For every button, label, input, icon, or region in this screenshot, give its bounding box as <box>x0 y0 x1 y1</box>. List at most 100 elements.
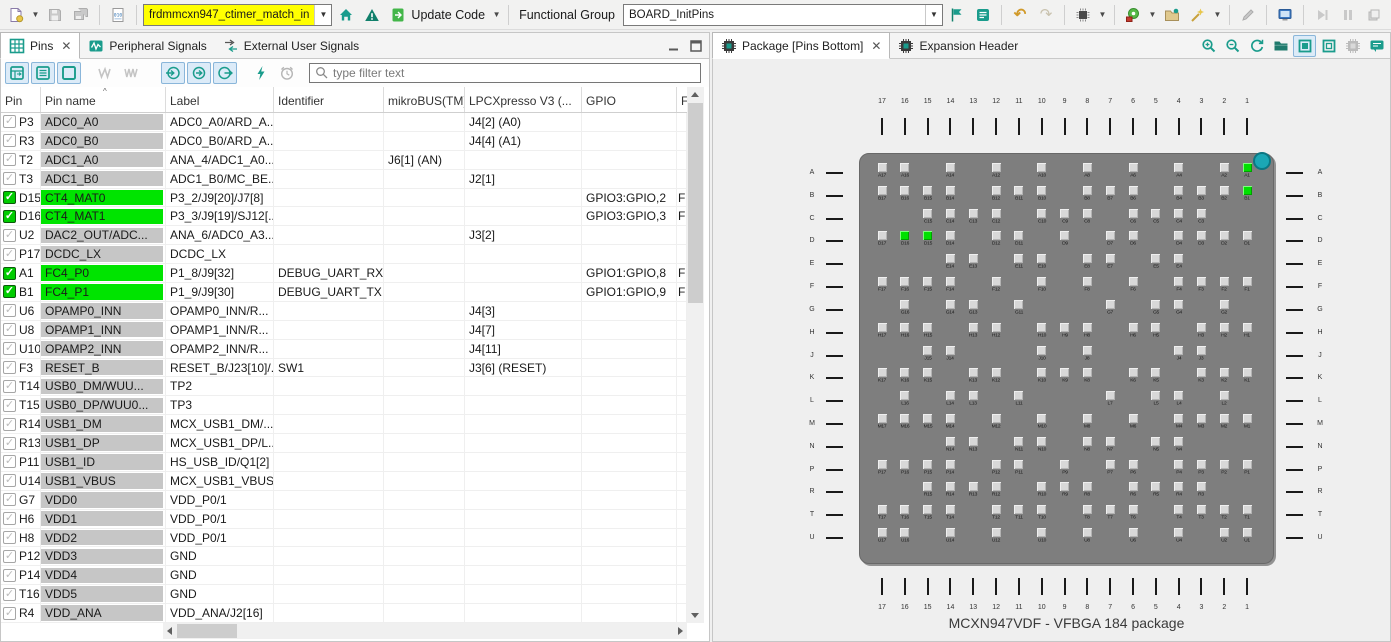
package-ball[interactable]: A17 <box>871 163 893 179</box>
package-ball[interactable]: C14 <box>939 209 961 225</box>
package-ball[interactable]: N7 <box>1099 437 1121 453</box>
log-button[interactable] <box>971 3 995 27</box>
home-button[interactable] <box>334 3 358 27</box>
pin-row[interactable]: ✓U8OPAMP1_INNOPAMP1_INN/R...J4[7] <box>1 321 687 340</box>
wand-dropdown[interactable]: ▼ <box>1212 3 1223 27</box>
package-ball[interactable]: E4 <box>1168 254 1190 270</box>
package-ball[interactable]: D9 <box>1054 231 1076 247</box>
package-ball[interactable]: F6 <box>1122 277 1144 293</box>
package-ball[interactable]: P3 <box>1190 460 1212 476</box>
minimize-button[interactable] <box>665 37 683 55</box>
column-header-lpcxpresso[interactable]: LPCXpresso V3 (... <box>465 87 582 112</box>
pin-checkbox[interactable]: ✓ <box>3 569 16 582</box>
package-ball[interactable]: K17 <box>871 368 893 384</box>
package-ball[interactable]: D3 <box>1190 231 1212 247</box>
package-ball[interactable]: T8 <box>1076 505 1098 521</box>
pin-checkbox[interactable]: ✓ <box>3 172 16 185</box>
horizontal-scrollbar[interactable] <box>163 623 687 639</box>
pin-checkbox[interactable]: ✓ <box>3 285 16 298</box>
tab-external-user-signals[interactable]: External User Signals <box>215 33 367 58</box>
pin-row[interactable]: ✓T15USB0_DP/WUU0...TP3 <box>1 396 687 415</box>
timer-button[interactable] <box>275 62 299 84</box>
package-ball[interactable]: B17 <box>871 186 893 202</box>
package-ball[interactable]: A12 <box>985 163 1007 179</box>
pins-frame-mode-button[interactable] <box>57 62 81 84</box>
package-ball[interactable]: D7 <box>1099 231 1121 247</box>
pin-row[interactable]: ✓T14USB0_DM/WUU...TP2 <box>1 377 687 396</box>
package-ball[interactable]: A4 <box>1168 163 1190 179</box>
package-ball[interactable]: N5 <box>1145 437 1167 453</box>
package-ball[interactable]: A8 <box>1076 163 1098 179</box>
pin-row[interactable]: ✓T2ADC1_A0ANA_4/ADC1_A0...J6[1] (AN) <box>1 151 687 170</box>
package-ball[interactable]: H13 <box>962 323 984 339</box>
column-header-mikrobus[interactable]: mikroBUS(TM) <box>384 87 465 112</box>
pin-name[interactable]: VDD2 <box>41 530 163 546</box>
package-ball[interactable]: T17 <box>871 505 893 521</box>
package-ball[interactable]: D15 <box>917 231 939 247</box>
package-ball[interactable]: R4 <box>1168 482 1190 498</box>
package-ball[interactable]: B10 <box>1031 186 1053 202</box>
package-ball[interactable]: H1 <box>1236 323 1258 339</box>
pin-name[interactable]: OPAMP0_INN <box>41 303 163 319</box>
pin-name[interactable]: FC4_P1 <box>41 284 163 300</box>
package-ball[interactable]: M12 <box>985 414 1007 430</box>
copy-button[interactable] <box>1362 3 1386 27</box>
package-ball[interactable]: B11 <box>1008 186 1030 202</box>
pin-row[interactable]: ✓B1FC4_P1P1_9/J9[30]DEBUG_UART_TXGPIO1:G… <box>1 283 687 302</box>
pin-checkbox[interactable]: ✓ <box>3 115 16 128</box>
pin-checkbox[interactable]: ✓ <box>3 248 16 261</box>
package-ball[interactable]: P9 <box>1054 460 1076 476</box>
package-ball[interactable]: G4 <box>1168 300 1190 316</box>
package-ball[interactable]: B16 <box>894 186 916 202</box>
package-ball[interactable]: H10 <box>1031 323 1053 339</box>
pin-name[interactable]: DCDC_LX <box>41 246 163 262</box>
package-ball[interactable]: B6 <box>1122 186 1144 202</box>
package-ball[interactable]: C6 <box>1122 209 1144 225</box>
package-ball[interactable]: E7 <box>1099 254 1121 270</box>
package-ball[interactable]: F3 <box>1190 277 1212 293</box>
package-ball[interactable]: C13 <box>962 209 984 225</box>
package-ball[interactable]: F16 <box>894 277 916 293</box>
scroll-down-icon[interactable] <box>691 613 699 618</box>
package-ball[interactable]: T15 <box>917 505 939 521</box>
package-ball[interactable]: L16 <box>894 391 916 407</box>
package-ball[interactable]: J15 <box>917 346 939 362</box>
pin-row[interactable]: ✓A1FC4_P0P1_8/J9[32]DEBUG_UART_RXGPIO1:G… <box>1 264 687 283</box>
package-ball[interactable]: M10 <box>1031 414 1053 430</box>
package-ball[interactable]: H3 <box>1190 323 1212 339</box>
maximize-button[interactable] <box>687 37 705 55</box>
package-ball[interactable]: T7 <box>1099 505 1121 521</box>
bidir-pin-filter-button[interactable] <box>187 62 211 84</box>
suspend-button[interactable] <box>1336 3 1360 27</box>
package-ball[interactable]: R8 <box>1076 482 1098 498</box>
package-ball[interactable]: D4 <box>1168 231 1190 247</box>
package-ball[interactable]: B1 <box>1236 186 1258 202</box>
package-ball[interactable]: B15 <box>917 186 939 202</box>
zoom-out-button[interactable] <box>1221 35 1244 57</box>
package-ball[interactable]: B8 <box>1076 186 1098 202</box>
package-ball[interactable]: C8 <box>1076 209 1098 225</box>
column-header-pin-name[interactable]: ^Pin name <box>41 87 166 112</box>
package-ball[interactable]: M14 <box>939 414 961 430</box>
column-header-label[interactable]: Label <box>166 87 274 112</box>
new-configuration-button[interactable] <box>4 3 28 27</box>
pencil-button[interactable] <box>1236 3 1260 27</box>
pin-row[interactable]: ✓P12VDD3GND <box>1 547 687 566</box>
package-ball[interactable]: A14 <box>939 163 961 179</box>
package-ball[interactable]: R3 <box>1190 482 1212 498</box>
pin-name[interactable]: ADC0_B0 <box>41 133 163 149</box>
update-code-button[interactable]: Update Code <box>386 3 489 27</box>
pin-name[interactable]: OPAMP2_INN <box>41 341 163 357</box>
package-ball[interactable]: K2 <box>1213 368 1235 384</box>
pin-name[interactable]: USB0_DM/WUU... <box>41 379 163 395</box>
pin-checkbox[interactable]: ✓ <box>3 304 16 317</box>
pin-checkbox[interactable]: ✓ <box>3 588 16 601</box>
package-ball[interactable]: L2 <box>1213 391 1235 407</box>
scroll-left-icon[interactable] <box>167 627 172 635</box>
pin-checkbox[interactable]: ✓ <box>3 229 16 242</box>
package-ball[interactable]: C4 <box>1168 209 1190 225</box>
pin-row[interactable]: ✓P11USB1_IDHS_USB_ID/Q1[2] <box>1 453 687 472</box>
package-ball[interactable]: K3 <box>1190 368 1212 384</box>
package-ball[interactable]: J4 <box>1168 346 1190 362</box>
pin-name[interactable]: USB1_ID <box>41 454 163 470</box>
